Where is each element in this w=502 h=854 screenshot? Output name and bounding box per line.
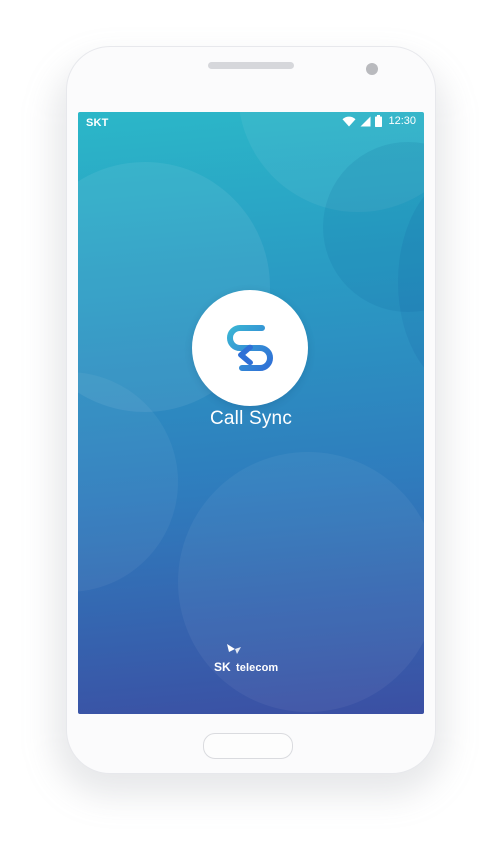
brand-sk: SK (214, 660, 231, 674)
battery-icon (375, 115, 383, 127)
splash-screen: SKT 12:30 Call Sync SK telecom (78, 112, 424, 714)
home-button[interactable] (203, 733, 293, 759)
wifi-icon (342, 116, 356, 127)
carrier-label: SKT (86, 117, 109, 129)
cell-signal-icon (360, 116, 371, 127)
status-icons: 12:30 (342, 115, 416, 127)
status-time: 12:30 (388, 115, 416, 127)
app-logo (192, 290, 308, 406)
app-name: Call Sync (209, 408, 293, 429)
front-camera (366, 63, 378, 75)
sk-telecom-logo: SK telecom (214, 642, 294, 682)
brand-telecom: telecom (236, 662, 279, 674)
earpiece-speaker (208, 62, 294, 69)
status-bar: SKT 12:30 (78, 112, 424, 134)
sync-arrow-icon (218, 314, 282, 383)
